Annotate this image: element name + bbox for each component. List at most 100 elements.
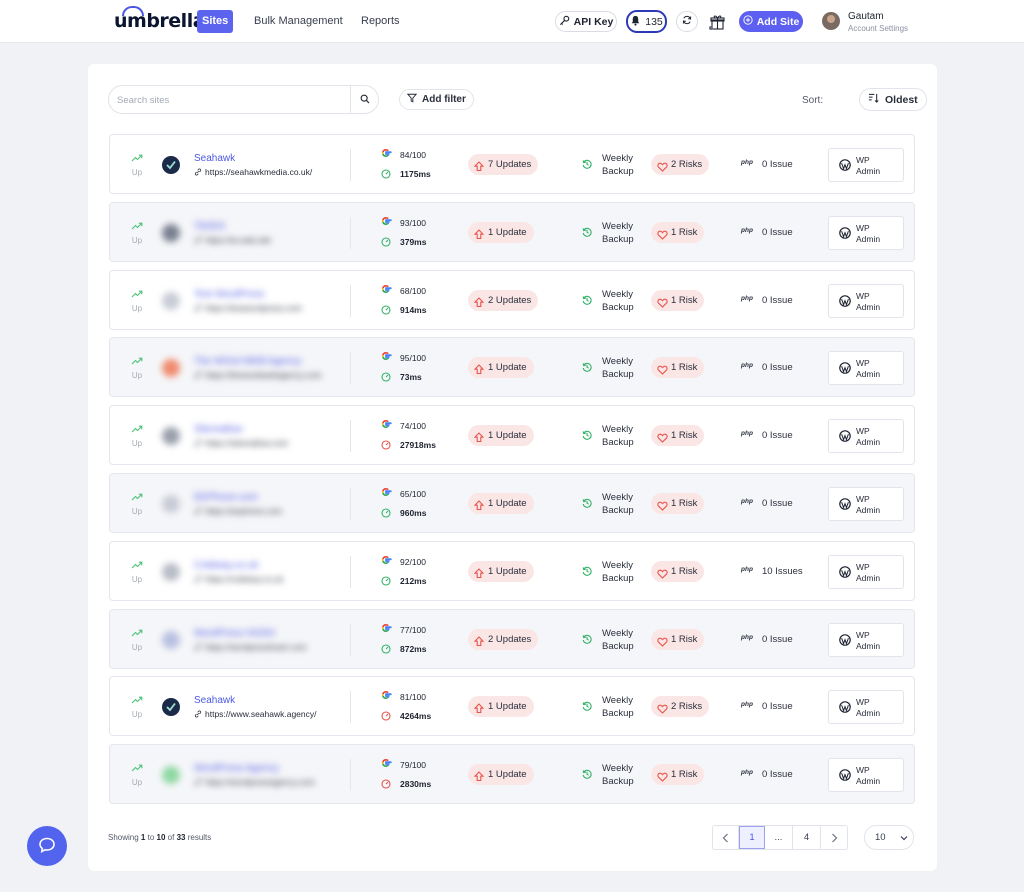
updates-badge[interactable]: 1 Update — [468, 560, 534, 582]
backup-status[interactable]: Weekly Backup — [582, 220, 634, 246]
backup-status[interactable]: Weekly Backup — [582, 355, 634, 381]
php-issues[interactable]: 10 Issues — [762, 566, 803, 577]
backup-status[interactable]: Weekly Backup — [582, 627, 634, 653]
account-settings-link[interactable]: Account Settings — [848, 24, 908, 33]
wp-admin-button[interactable]: WP Admin — [828, 758, 904, 793]
site-name-link[interactable]: Test WordPress — [194, 289, 264, 300]
risks-badge[interactable]: 1 Risk — [651, 628, 705, 650]
nav-reports[interactable]: Reports — [356, 10, 405, 33]
site-url-link[interactable]: https://coldway.co.uk — [194, 574, 283, 584]
wp-admin-button[interactable]: WP Admin — [828, 419, 904, 454]
api-key-button[interactable]: API Key — [555, 11, 617, 32]
risks-badge[interactable]: 1 Risk — [651, 289, 705, 311]
backup-status[interactable]: Weekly Backup — [582, 152, 634, 178]
chat-support-button[interactable] — [27, 826, 67, 866]
updates-badge[interactable]: 1 Update — [468, 764, 534, 786]
site-url-link[interactable]: https://thewordwebagency.com — [194, 370, 322, 380]
site-url-link[interactable]: https://sitemallow.com — [194, 438, 288, 448]
site-name-link[interactable]: Sitemallow — [194, 424, 242, 435]
wp-admin-button[interactable]: WP Admin — [828, 487, 904, 521]
page-4-button[interactable]: 4 — [793, 826, 821, 849]
wp-admin-button[interactable]: WP Admin — [828, 554, 904, 589]
updates-badge[interactable]: 7 Updates — [468, 154, 539, 175]
site-row[interactable]: Up WordPress HOSH https://wordpresshosh.co… — [109, 608, 915, 669]
wp-admin-button[interactable]: WP Admin — [828, 148, 904, 182]
php-issues[interactable]: 0 Issue — [762, 362, 793, 373]
updates-badge[interactable]: 2 Updates — [468, 628, 539, 650]
nav-sites[interactable]: Sites — [197, 10, 234, 33]
backup-status[interactable]: Weekly Backup — [582, 491, 634, 517]
php-issues[interactable]: 0 Issue — [762, 701, 793, 712]
refresh-button[interactable] — [676, 11, 698, 32]
site-name-link[interactable]: Seahawk — [194, 695, 235, 706]
site-url-link[interactable]: https://wordpressagency.com — [194, 777, 315, 787]
updates-badge[interactable]: 1 Update — [468, 696, 534, 718]
site-url-link[interactable]: https://www.seahawk.agency/ — [194, 709, 317, 719]
search-input[interactable] — [117, 92, 347, 108]
page-1-button[interactable]: 1 — [739, 826, 765, 849]
search-button[interactable] — [350, 86, 378, 113]
sort-button[interactable]: Oldest — [859, 88, 927, 111]
site-row[interactable]: Up Seahawk https://www.seahawk.agency/81/1… — [109, 676, 915, 737]
site-name-link[interactable]: WordPress Agency — [194, 763, 279, 774]
backup-status[interactable]: Weekly Backup — [582, 762, 634, 788]
updates-badge[interactable]: 1 Update — [468, 425, 534, 447]
wp-admin-button[interactable]: WP Admin — [828, 215, 904, 250]
nav-bulk-management[interactable]: Bulk Management — [249, 10, 348, 33]
add-site-button[interactable]: Add Site — [739, 11, 803, 32]
risks-badge[interactable]: 2 Risks — [651, 154, 710, 175]
backup-status[interactable]: Weekly Backup — [582, 559, 634, 585]
backup-status[interactable]: Weekly Backup — [582, 423, 634, 449]
site-url-link[interactable]: https://ta.web.site — [194, 235, 271, 245]
site-row[interactable]: Up Test WordPress https://testwordpress.co… — [109, 269, 915, 330]
risks-badge[interactable]: 1 Risk — [651, 493, 705, 514]
updates-badge[interactable]: 1 Update — [468, 493, 534, 514]
backup-status[interactable]: Weekly Backup — [582, 288, 634, 314]
risks-badge[interactable]: 1 Risk — [651, 425, 705, 447]
site-row[interactable]: Up Coldway.co.uk https://coldway.co.uk 92/1… — [109, 540, 915, 601]
add-filter-button[interactable]: Add filter — [399, 89, 474, 110]
site-url-link[interactable]: https://seahawkmedia.co.uk/ — [194, 167, 312, 177]
next-page-button[interactable] — [821, 826, 847, 849]
per-page-select[interactable]: 10 — [864, 825, 914, 850]
site-name-link[interactable]: The WOrd WEB Agency — [194, 356, 301, 367]
prev-page-button[interactable] — [713, 826, 739, 849]
site-row[interactable]: Up The WOrd WEB Agency https://thewordweba… — [109, 337, 915, 398]
risks-badge[interactable]: 1 Risk — [651, 357, 705, 379]
php-issues[interactable]: 0 Issue — [762, 430, 793, 441]
gift-icon[interactable] — [708, 13, 726, 34]
php-issues[interactable]: 0 Issue — [762, 159, 793, 170]
site-name-link[interactable]: Seahawk — [194, 153, 235, 164]
wp-admin-button[interactable]: WP Admin — [828, 690, 904, 725]
site-name-link[interactable]: Coldway.co.uk — [194, 560, 258, 571]
backup-status[interactable]: Weekly Backup — [582, 694, 634, 720]
wp-admin-button[interactable]: WP Admin — [828, 283, 904, 318]
php-issues[interactable]: 0 Issue — [762, 769, 793, 780]
site-url-link[interactable]: https://wordpresshosh.com — [194, 642, 307, 652]
logo[interactable]: umbrella — [114, 6, 211, 32]
site-name-link[interactable]: WordPress HOSH — [194, 628, 275, 639]
updates-badge[interactable]: 2 Updates — [468, 289, 539, 311]
php-issues[interactable]: 0 Issue — [762, 227, 793, 238]
php-issues[interactable]: 0 Issue — [762, 498, 793, 509]
site-row[interactable]: Up WordPress Agency https://wordpressagenc… — [109, 744, 915, 805]
site-row[interactable]: Up Seahawk https://seahawkmedia.co.uk/84/1… — [109, 134, 915, 194]
site-name-link[interactable]: TA2EA — [194, 221, 225, 232]
site-row[interactable]: Up TA2EA https://ta.web.site 93/100 379ms 1 U… — [109, 201, 915, 262]
risks-badge[interactable]: 1 Risk — [651, 221, 705, 243]
php-issues[interactable]: 0 Issue — [762, 295, 793, 306]
updates-badge[interactable]: 1 Update — [468, 221, 534, 243]
wp-admin-button[interactable]: WP Admin — [828, 351, 904, 386]
risks-badge[interactable]: 1 Risk — [651, 560, 705, 582]
notifications-button[interactable]: 135 — [626, 10, 667, 33]
site-url-link[interactable]: https://eephone.com — [194, 506, 282, 516]
site-name-link[interactable]: EEPhone.com — [194, 492, 258, 503]
site-row[interactable]: Up Sitemallow https://sitemallow.com 74/100… — [109, 405, 915, 466]
php-issues[interactable]: 0 Issue — [762, 634, 793, 645]
site-row[interactable]: Up EEPhone.com https://eephone.com 65/100 96… — [109, 473, 915, 533]
site-url-link[interactable]: https://testwordpress.com — [194, 303, 302, 313]
risks-badge[interactable]: 1 Risk — [651, 764, 705, 786]
wp-admin-button[interactable]: WP Admin — [828, 622, 904, 657]
risks-badge[interactable]: 2 Risks — [651, 696, 710, 718]
updates-badge[interactable]: 1 Update — [468, 357, 534, 379]
